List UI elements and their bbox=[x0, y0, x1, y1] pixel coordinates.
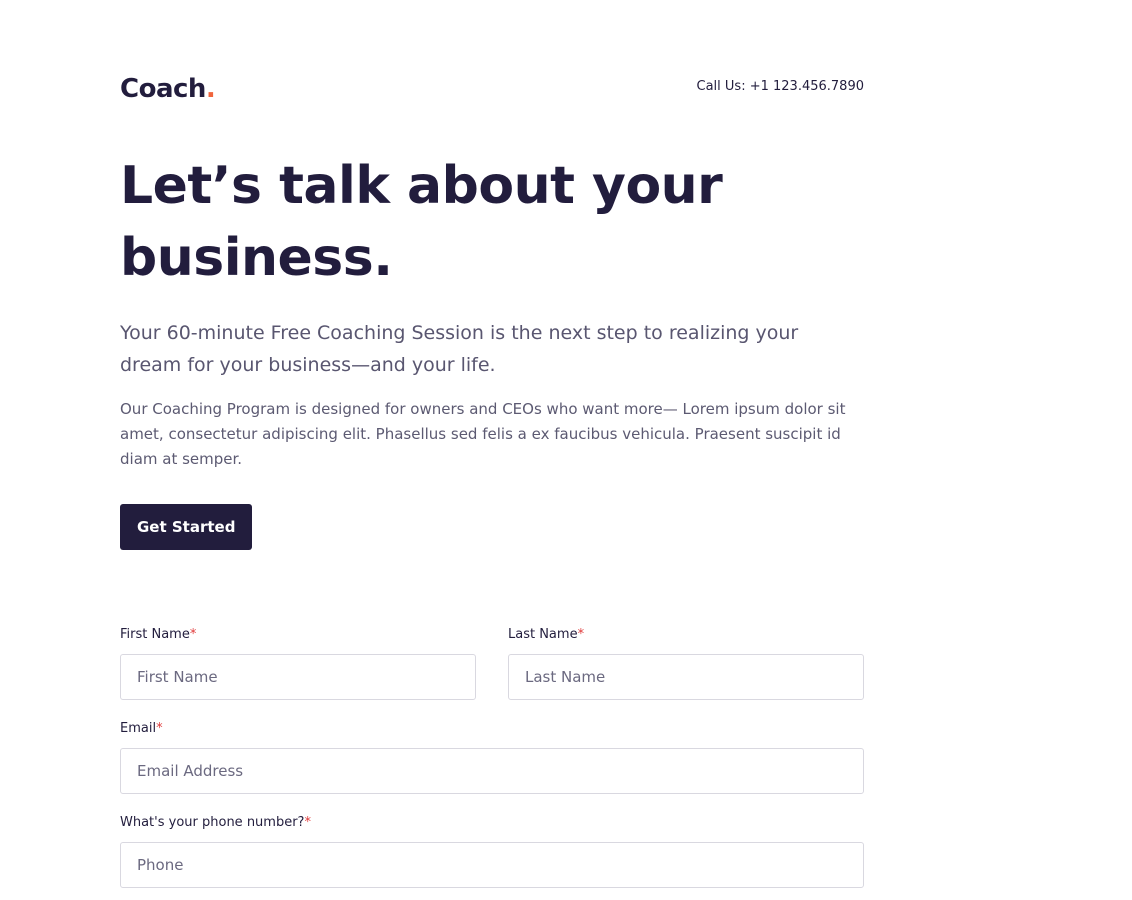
required-asterisk: * bbox=[189, 627, 197, 642]
email-input[interactable] bbox=[120, 748, 864, 794]
required-asterisk: * bbox=[577, 627, 585, 642]
last-name-input[interactable] bbox=[508, 654, 864, 700]
page: Coach. Call Us: +1 123.456.7890 Let’s ta… bbox=[0, 0, 1132, 900]
call-us: Call Us: +1 123.456.7890 bbox=[697, 78, 864, 96]
required-asterisk: * bbox=[156, 721, 163, 736]
lead-paragraph: Your 60-minute Free Coaching Session is … bbox=[120, 322, 799, 376]
first-name-input[interactable] bbox=[120, 654, 476, 700]
last-name-label: Last Name* bbox=[508, 626, 584, 644]
email-label: Email* bbox=[120, 720, 163, 738]
logo-dot: . bbox=[205, 74, 216, 104]
required-asterisk: * bbox=[304, 815, 311, 830]
first-name-label: First Name* bbox=[120, 626, 196, 644]
page-title-line-1: Let’s talk about your bbox=[120, 156, 723, 216]
phone-input[interactable] bbox=[120, 842, 864, 888]
logo[interactable]: Coach. bbox=[120, 72, 216, 106]
page-title: Let’s talk about your business. bbox=[120, 150, 864, 294]
call-us-label: Call Us: bbox=[696, 79, 750, 94]
body-paragraph: Our Coaching Program is designed for own… bbox=[120, 400, 846, 468]
logo-text: Coach bbox=[120, 74, 206, 104]
phone-label-text: What's your phone number? bbox=[120, 815, 305, 830]
phone-label: What's your phone number?* bbox=[120, 814, 311, 832]
first-name-label-text: First Name bbox=[120, 627, 190, 642]
page-title-line-2: business. bbox=[120, 228, 393, 288]
email-label-text: Email bbox=[120, 721, 157, 736]
get-started-button[interactable]: Get Started bbox=[120, 504, 253, 550]
phone-link[interactable]: +1 123.456.7890 bbox=[750, 79, 864, 94]
last-name-label-text: Last Name bbox=[508, 627, 578, 642]
site-header: Coach. Call Us: +1 123.456.7890 bbox=[120, 72, 864, 106]
